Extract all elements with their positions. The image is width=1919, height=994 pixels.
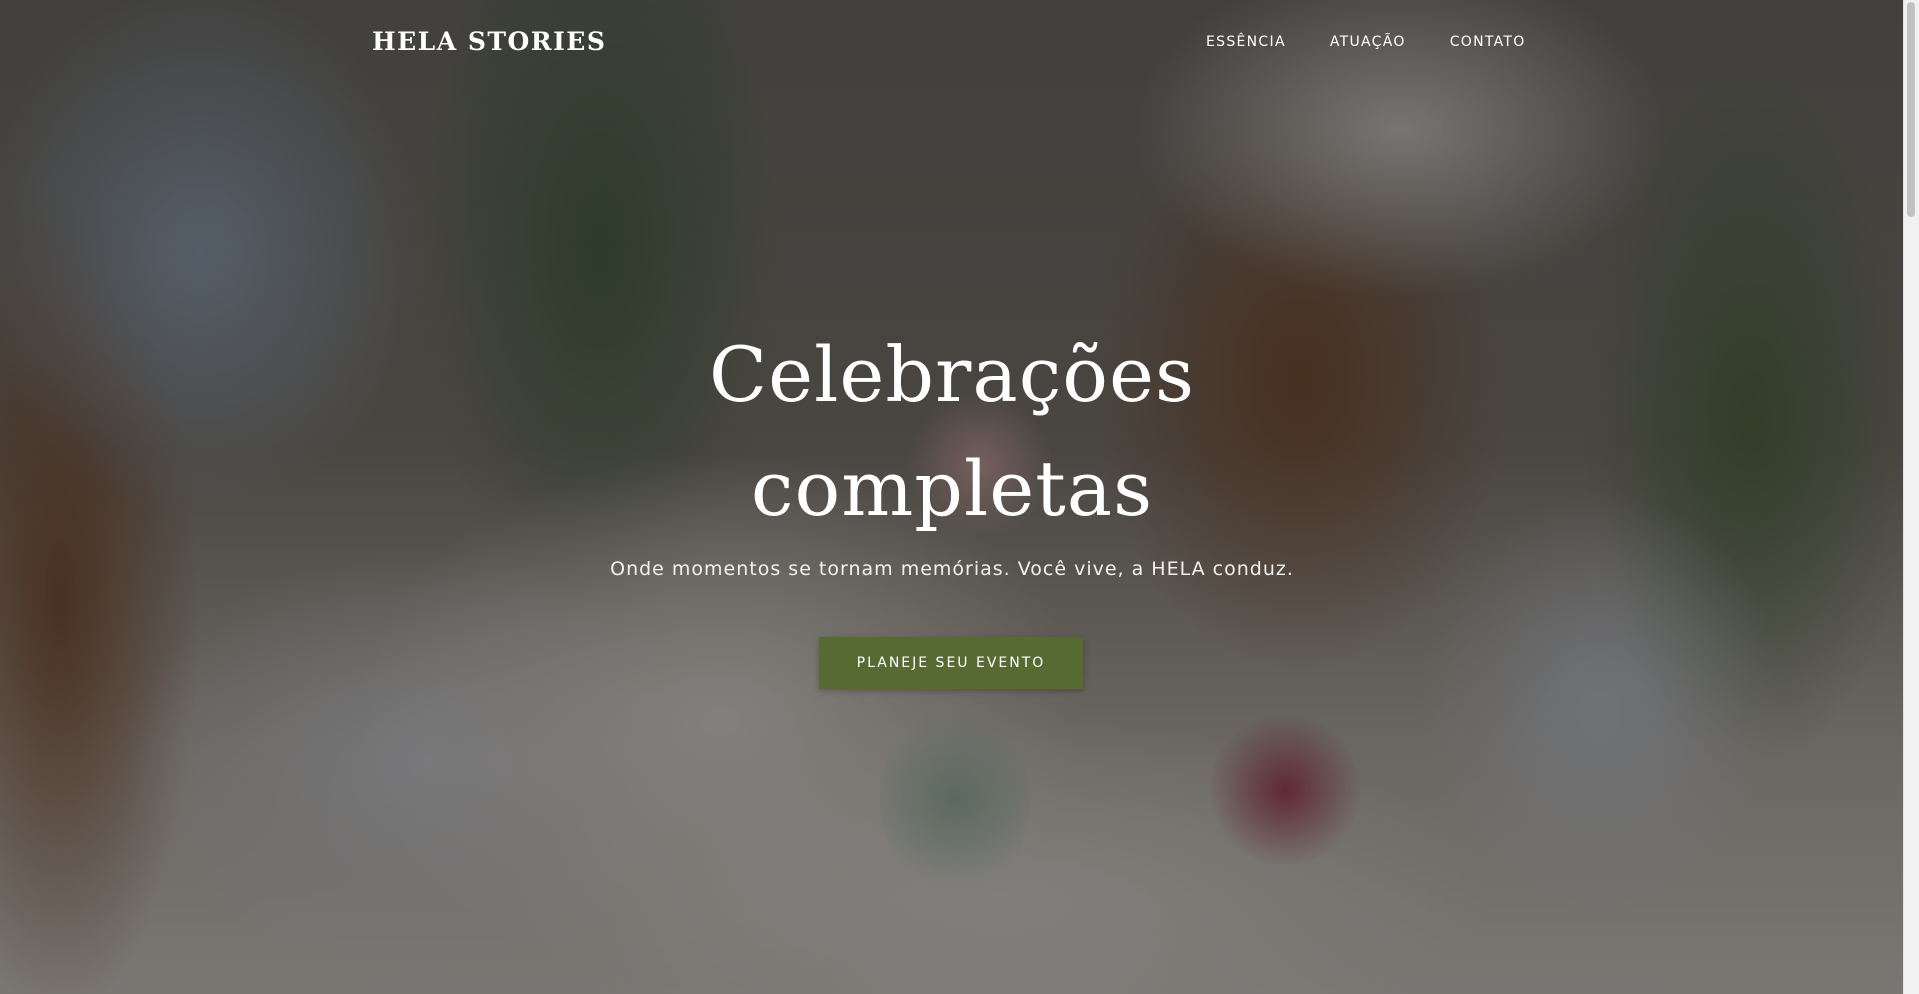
plan-event-button[interactable]: PLANEJE SEU EVENTO <box>819 637 1083 689</box>
hero-title-line-1: Celebrações <box>709 330 1195 419</box>
hero-title-line-2: completas <box>750 444 1154 533</box>
hero-title: Celebrações completas <box>0 318 1904 546</box>
hero-section: Celebrações completas Onde momentos se t… <box>0 0 1904 994</box>
page-scrollbar[interactable] <box>1903 0 1919 994</box>
scrollbar-thumb[interactable] <box>1907 2 1915 217</box>
hero-subtitle: Onde momentos se tornam memórias. Você v… <box>610 558 1294 580</box>
